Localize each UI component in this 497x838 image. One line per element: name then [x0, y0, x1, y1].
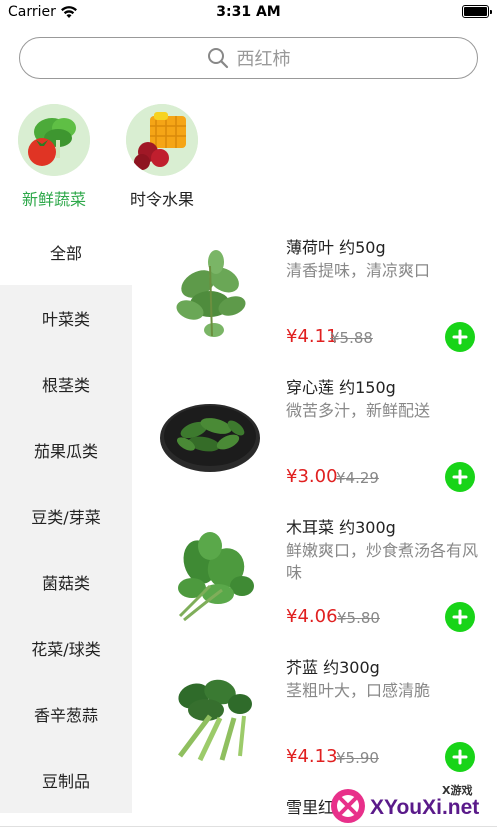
product-image	[150, 516, 270, 636]
sidebar-item-cauliflower[interactable]: 花菜/球类	[0, 615, 132, 681]
product-description: 茎粗叶大，口感清脆	[286, 681, 431, 700]
product-name: 木耳菜 约300g	[286, 518, 396, 537]
search-bar[interactable]: 西红柿	[19, 37, 478, 79]
clock: 3:31 AM	[216, 4, 281, 20]
sidebar-item-root[interactable]: 根茎类	[0, 351, 132, 417]
add-to-cart-button[interactable]	[445, 602, 475, 632]
product-price: ¥4.13	[286, 746, 338, 767]
product-card[interactable]: 芥蓝 约300g 茎粗叶大，口感清脆 ¥4.13 ¥5.90	[132, 646, 497, 786]
top-category-fruits[interactable]: 时令水果	[117, 104, 207, 210]
top-category-vegetables[interactable]: 新鲜蔬菜	[9, 104, 99, 210]
product-original-price: ¥5.90	[336, 749, 379, 767]
search-input[interactable]: 西红柿	[237, 45, 291, 71]
product-image	[150, 236, 270, 356]
add-to-cart-button[interactable]	[445, 742, 475, 772]
product-image	[150, 656, 270, 776]
search-content: 西红柿	[20, 38, 477, 78]
top-category-label: 新鲜蔬菜	[21, 190, 86, 209]
search-icon	[207, 47, 229, 69]
plus-icon	[452, 329, 468, 345]
product-description: 清香提味，清凉爽口	[286, 261, 431, 280]
sidebar-item-gourd[interactable]: 茄果瓜类	[0, 417, 132, 483]
battery-fill	[464, 7, 487, 16]
watermark-text: XYouXi.net	[370, 796, 480, 819]
plus-icon	[452, 609, 468, 625]
vegetables-icon	[18, 104, 90, 176]
top-category-label: 时令水果	[129, 190, 194, 209]
product-card[interactable]: 木耳菜 约300g 鲜嫩爽口，炒食煮汤各有风味 ¥4.06 ¥5.80	[132, 506, 497, 646]
product-image	[150, 376, 270, 496]
product-name: 穿心莲 约150g	[286, 378, 396, 397]
sidebar-item-mushroom[interactable]: 菌菇类	[0, 549, 132, 615]
sidebar-item-all[interactable]: 全部	[0, 219, 132, 285]
tab-bar	[0, 826, 497, 838]
plus-icon	[452, 749, 468, 765]
product-card[interactable]: 穿心莲 约150g 微苦多汁，新鲜配送 ¥3.00 ¥4.29	[132, 366, 497, 506]
sidebar-item-spices[interactable]: 香辛葱蒜	[0, 681, 132, 747]
product-original-price: ¥5.88	[330, 329, 373, 347]
product-price: ¥3.00	[286, 466, 338, 487]
product-price: ¥4.06	[286, 606, 338, 627]
product-card[interactable]: 薄荷叶 约50g 清香提味，清凉爽口 ¥4.11 ¥5.88	[132, 226, 497, 366]
add-to-cart-button[interactable]	[445, 322, 475, 352]
battery-tip	[490, 10, 492, 14]
watermark-logo-icon	[328, 786, 368, 826]
sidebar-item-leafy[interactable]: 叶菜类	[0, 285, 132, 351]
battery-icon	[462, 5, 492, 18]
add-to-cart-button[interactable]	[445, 462, 475, 492]
product-original-price: ¥4.29	[336, 469, 379, 487]
status-bar: Carrier 3:31 AM	[0, 0, 497, 26]
product-name: 芥蓝 约300g	[286, 658, 380, 677]
watermark-small-text: X游戏	[442, 784, 473, 797]
product-description: 鲜嫩爽口，炒食煮汤各有风味	[286, 541, 479, 582]
plus-icon	[452, 469, 468, 485]
sidebar-item-beans[interactable]: 豆类/芽菜	[0, 483, 132, 549]
product-original-price: ¥5.80	[337, 609, 380, 627]
watermark: XYouXi.net X游戏	[326, 782, 494, 832]
product-name: 薄荷叶 约50g	[286, 238, 386, 257]
sidebar-item-tofu[interactable]: 豆制品	[0, 747, 132, 813]
fruits-icon	[126, 104, 198, 176]
product-description: 微苦多汁，新鲜配送	[286, 401, 431, 420]
sidebar: 全部 叶菜类 根茎类 茄果瓜类 豆类/芽菜 菌菇类 花菜/球类 香辛葱蒜 豆制品	[0, 219, 132, 819]
